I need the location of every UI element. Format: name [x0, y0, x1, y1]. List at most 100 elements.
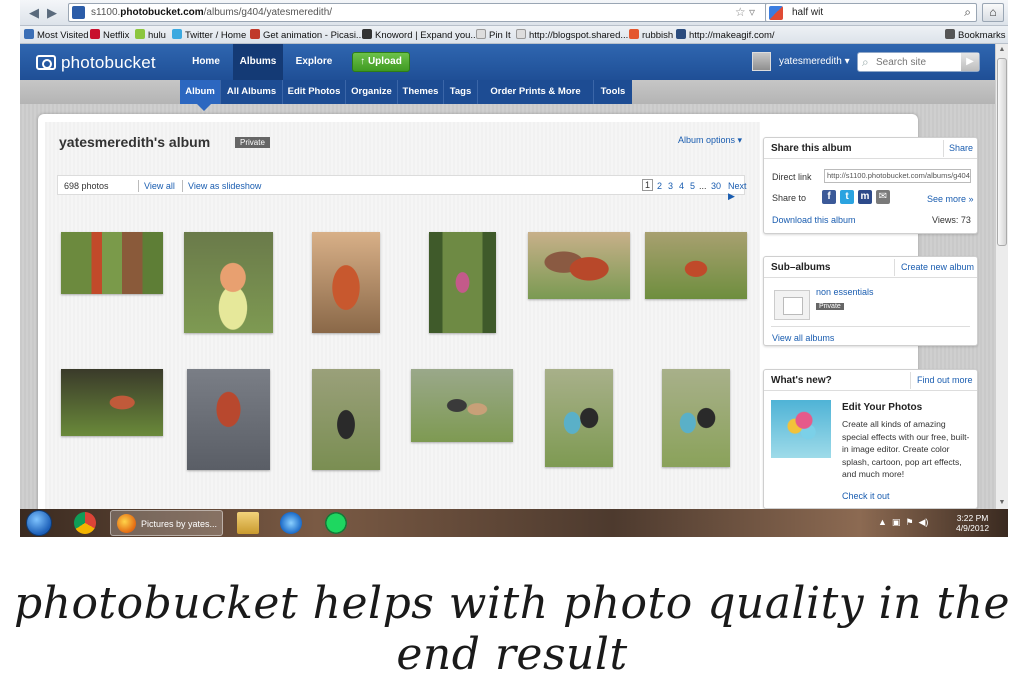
photo-thumbnail[interactable] — [645, 232, 747, 299]
page-1[interactable]: 1 — [642, 179, 654, 191]
taskbar-clock[interactable]: 3:22 PM 4/9/2012 — [956, 513, 989, 533]
vertical-scrollbar[interactable]: ▲ ▼ — [995, 44, 1008, 509]
divider — [894, 259, 895, 276]
web-search-box[interactable]: half wit ⌕ — [765, 3, 977, 22]
site-header: photobucket Home Albums Explore ↑ Upload… — [20, 44, 995, 80]
address-bar[interactable]: s1100.photobucket.com/albums/g404/yatesm… — [68, 3, 780, 22]
photo-count: 698 photos — [64, 181, 109, 191]
photo-thumbnail[interactable] — [411, 369, 513, 442]
sub-album-name[interactable]: non essentials — [816, 287, 874, 297]
bookmark-star-icon[interactable]: ☆ ▿ — [735, 5, 755, 19]
box-header: Sub–albums Create new album — [764, 257, 977, 278]
see-more-link[interactable]: See more » — [927, 194, 974, 204]
share-link[interactable]: Share — [949, 143, 973, 153]
scroll-up-icon[interactable]: ▲ — [996, 44, 1008, 56]
avatar[interactable] — [752, 52, 771, 71]
spotify-icon[interactable] — [325, 512, 347, 534]
album-toolbar: 698 photos View all View as slideshow 1 … — [57, 175, 747, 201]
browser-toolbar: ◀ ▶ s1100.photobucket.com/albums/g404/ya… — [20, 0, 1008, 26]
back-arrow-icon[interactable]: ◀ — [26, 5, 42, 21]
email-icon[interactable]: ✉ — [876, 190, 890, 204]
divider — [771, 326, 970, 327]
page-30[interactable]: 30 — [711, 181, 721, 191]
photo-thumbnail[interactable] — [184, 232, 273, 333]
photo-thumbnail[interactable] — [429, 232, 496, 333]
bookmark-hulu[interactable]: hulu — [135, 29, 166, 41]
internet-explorer-icon[interactable] — [280, 512, 302, 534]
nav-albums[interactable]: Albums — [233, 44, 283, 80]
twitter-icon[interactable]: t — [840, 190, 854, 204]
tab-organize[interactable]: Organize — [346, 80, 398, 104]
screenshot-frame: ◀ ▶ s1100.photobucket.com/albums/g404/ya… — [20, 0, 1008, 537]
sub-album-thumbnail[interactable] — [774, 290, 810, 320]
home-icon[interactable]: ⌂ — [982, 3, 1004, 22]
create-album-link[interactable]: Create new album — [901, 262, 974, 272]
address-text: s1100.photobucket.com/albums/g404/yatesm… — [91, 7, 333, 18]
photo-thumbnail[interactable] — [545, 369, 613, 467]
download-album-link[interactable]: Download this album — [772, 215, 856, 225]
tab-album[interactable]: Album — [180, 80, 221, 104]
nav-explore[interactable]: Explore — [288, 44, 340, 80]
username-menu[interactable]: yatesmeredith ▾ — [779, 56, 850, 67]
knoword-icon — [362, 29, 372, 39]
tab-tags[interactable]: Tags — [444, 80, 478, 104]
bookmark-twitter[interactable]: Twitter / Home — [172, 29, 246, 41]
bookmark-most-visited[interactable]: Most Visited — [24, 29, 89, 41]
tab-themes[interactable]: Themes — [398, 80, 444, 104]
tab-tools[interactable]: Tools — [594, 80, 632, 104]
album-options-menu[interactable]: Album options ▾ — [678, 135, 742, 146]
scroll-down-icon[interactable]: ▼ — [996, 497, 1008, 509]
bookmark-picasion[interactable]: Get animation - Picasi... — [250, 29, 364, 41]
page-2[interactable]: 2 — [657, 181, 662, 191]
view-all-albums-link[interactable]: View all albums — [772, 333, 834, 343]
photo-thumbnail[interactable] — [662, 369, 730, 467]
facebook-icon[interactable]: f — [822, 190, 836, 204]
bookmark-pin-it[interactable]: Pin It — [476, 29, 511, 41]
picasion-icon — [250, 29, 260, 39]
photo-thumbnail[interactable] — [312, 369, 380, 470]
divider — [182, 180, 183, 192]
myspace-icon[interactable]: m — [858, 190, 872, 204]
search-icon[interactable]: ⌕ — [964, 5, 971, 20]
tab-order-prints[interactable]: Order Prints & More — [478, 80, 594, 104]
photo-thumbnail[interactable] — [187, 369, 270, 470]
site-search-input[interactable] — [876, 55, 958, 69]
bookmarks-menu[interactable]: Bookmarks — [945, 29, 1006, 41]
page-5[interactable]: 5 — [690, 181, 695, 191]
slideshow-link[interactable]: View as slideshow — [188, 181, 261, 191]
photo-thumbnail[interactable] — [312, 232, 380, 333]
search-go-icon[interactable]: ▶ — [961, 53, 979, 71]
folder-icon — [24, 29, 34, 39]
balloons-image[interactable] — [771, 400, 831, 458]
nav-home[interactable]: Home — [182, 44, 230, 80]
chrome-icon[interactable] — [74, 512, 96, 534]
photo-thumbnail[interactable] — [61, 369, 163, 436]
bookmark-blogspot[interactable]: http://blogspot.shared... — [516, 29, 628, 41]
page-3[interactable]: 3 — [668, 181, 673, 191]
taskbar-firefox-window[interactable]: Pictures by yates... — [110, 510, 223, 536]
tab-all-albums[interactable]: All Albums — [221, 80, 283, 104]
privacy-badge: Private — [816, 303, 844, 310]
photobucket-logo[interactable]: photobucket — [36, 53, 156, 73]
find-out-more-link[interactable]: Find out more — [917, 375, 973, 385]
upload-button[interactable]: ↑ Upload — [352, 52, 410, 72]
photo-thumbnail[interactable] — [61, 232, 163, 294]
scroll-thumb[interactable] — [997, 58, 1007, 246]
twitter-icon — [172, 29, 182, 39]
view-all-link[interactable]: View all — [144, 181, 175, 191]
tab-edit-photos[interactable]: Edit Photos — [283, 80, 346, 104]
page-4[interactable]: 4 — [679, 181, 684, 191]
next-page-link[interactable]: Next ▶ — [728, 181, 747, 202]
views-count: Views: 73 — [932, 215, 971, 225]
bookmark-rubbish[interactable]: rubbish — [629, 29, 673, 41]
system-tray-icons[interactable]: ▲ ▣ ⚑ ◀) — [878, 517, 928, 528]
folder-icon[interactable] — [237, 512, 259, 534]
start-button[interactable] — [26, 510, 52, 536]
bookmark-makeagif[interactable]: http://makeagif.com/ — [676, 29, 775, 41]
bookmark-netflix[interactable]: Netflix — [90, 29, 129, 41]
forward-arrow-icon[interactable]: ▶ — [44, 5, 60, 21]
direct-link-field[interactable]: http://s1100.photobucket.com/albums/g404 — [824, 169, 971, 183]
bookmark-knoword[interactable]: Knoword | Expand you... — [362, 29, 478, 41]
photo-thumbnail[interactable] — [528, 232, 630, 299]
check-it-out-link[interactable]: Check it out — [842, 491, 890, 501]
